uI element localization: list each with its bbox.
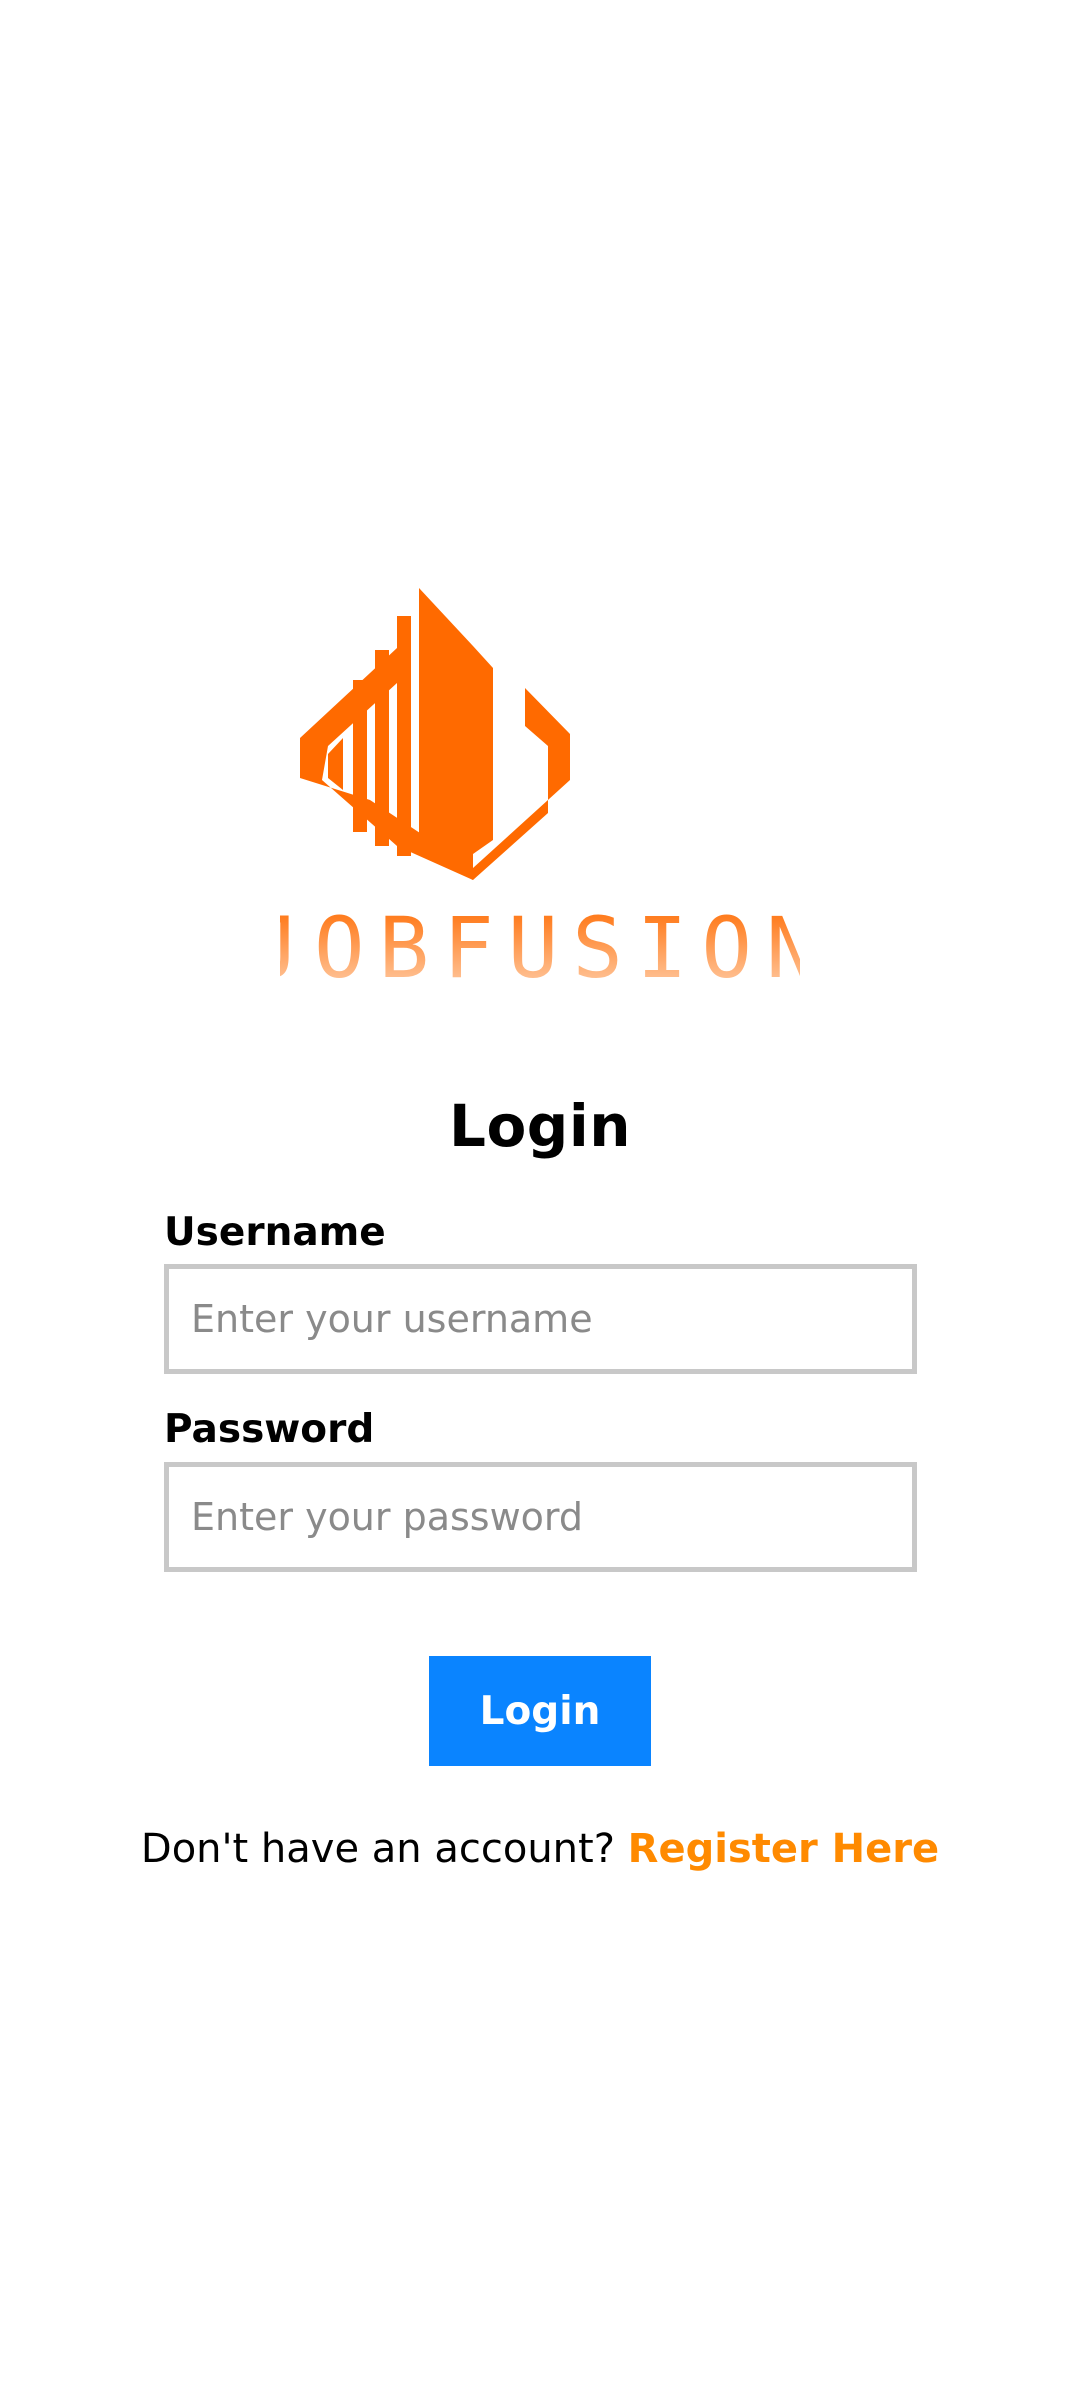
- username-input[interactable]: [164, 1264, 917, 1374]
- register-link[interactable]: Register Here: [628, 1826, 939, 1872]
- password-label: Password: [164, 1407, 375, 1452]
- page-title: Login: [449, 1092, 631, 1160]
- password-input[interactable]: [164, 1462, 917, 1572]
- register-prompt-row: Don't have an account? Register Here: [0, 1826, 1080, 1872]
- register-prompt-text: Don't have an account?: [140, 1826, 628, 1872]
- wordmark-svg: JOBFUSION: [249, 899, 816, 997]
- username-label: Username: [164, 1210, 386, 1255]
- login-button[interactable]: Login: [429, 1656, 651, 1766]
- brand-name-text: JOBFUSION: [280, 899, 800, 995]
- jobfusion-wordmark: JOBFUSION: [249, 895, 816, 997]
